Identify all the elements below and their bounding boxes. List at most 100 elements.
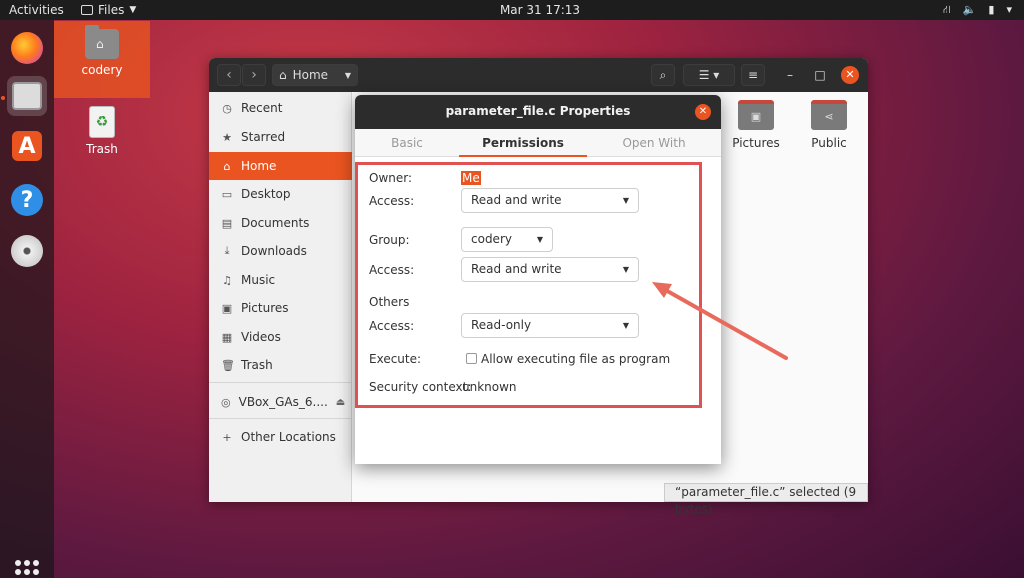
menu-button[interactable]: ≡: [741, 64, 765, 86]
places-sidebar: ◷ Recent ★ Starred ⌂ Home ▭ Desktop ▤ Documen…: [209, 92, 352, 502]
sidebar-item-label: Pictures: [241, 301, 289, 315]
video-icon: ▦: [221, 330, 233, 344]
top-bar: Activities Files ▼ Mar 31 17:13 ⛙ 🔈 ▮ ▾: [0, 0, 1024, 20]
sidebar-item-label: VBox_GAs_6....: [238, 395, 328, 409]
picture-icon: ▣: [221, 301, 233, 315]
close-icon: ✕: [845, 68, 855, 81]
files-icon: [12, 82, 42, 110]
sidebar-item-downloads[interactable]: ⤓ Downloads: [209, 237, 352, 265]
eject-icon[interactable]: ⏏: [336, 397, 345, 408]
sidebar-item-vbox[interactable]: ◎ VBox_GAs_6.... ⏏: [209, 388, 352, 416]
tab-open-with[interactable]: Open With: [587, 129, 721, 157]
download-icon: ⤓: [224, 244, 230, 257]
picture-folder-icon: ▣: [738, 100, 774, 130]
sidebar-item-desktop[interactable]: ▭ Desktop: [209, 180, 352, 208]
folder-public[interactable]: ⋖ Public: [799, 100, 859, 150]
clock[interactable]: Mar 31 17:13: [0, 3, 1024, 17]
volume-icon: 🔈: [962, 3, 977, 16]
chevron-left-icon: ‹: [226, 67, 232, 83]
view-options-button[interactable]: ☰ ▾: [683, 64, 735, 86]
sidebar-item-music[interactable]: ♫ Music: [209, 266, 352, 294]
dock-disc[interactable]: [7, 231, 47, 271]
share-folder-icon: ⋖: [811, 100, 847, 130]
maximize-button[interactable]: □: [811, 66, 829, 84]
firefox-icon: [11, 32, 43, 64]
plus-icon: +: [222, 430, 232, 444]
document-icon: ▤: [221, 216, 233, 230]
sidebar-item-label: Trash: [241, 358, 273, 372]
close-icon: ✕: [698, 106, 708, 117]
system-tray[interactable]: ⛙ 🔈 ▮ ▾: [943, 3, 1012, 18]
sidebar-item-documents[interactable]: ▤ Documents: [209, 209, 352, 237]
desktop-trash-label: Trash: [86, 142, 118, 156]
help-icon: ?: [11, 184, 43, 216]
running-indicator: [1, 96, 5, 100]
forward-button[interactable]: ›: [242, 64, 266, 86]
software-center-icon: A: [12, 131, 42, 161]
sidebar-divider: [209, 382, 352, 383]
dialog-close-button[interactable]: ✕: [695, 104, 711, 120]
sidebar-divider: [209, 418, 352, 419]
trash-icon: ♻: [89, 106, 115, 138]
sidebar-item-other-locations[interactable]: + Other Locations: [209, 423, 352, 451]
sidebar-item-label: Documents: [241, 216, 310, 230]
sidebar-item-recent[interactable]: ◷ Recent: [209, 94, 352, 122]
dialog-tabs: Basic Permissions Open With: [355, 129, 721, 157]
tab-permissions[interactable]: Permissions: [459, 129, 587, 157]
folder-label: Public: [811, 136, 847, 150]
dock-help[interactable]: ?: [7, 180, 47, 220]
chevron-right-icon: ›: [251, 67, 257, 83]
disc-icon: [11, 235, 43, 267]
sidebar-item-videos[interactable]: ▦ Videos: [209, 323, 352, 351]
sidebar-item-pictures[interactable]: ▣ Pictures: [209, 294, 352, 322]
home-folder-icon: ⌂: [85, 25, 119, 59]
chevron-down-icon: ▼: [344, 70, 351, 80]
chevron-down-icon: ▾: [1006, 3, 1012, 16]
list-view-icon: ☰ ▾: [698, 68, 720, 82]
sidebar-item-label: Other Locations: [241, 430, 336, 444]
path-label: Home: [292, 68, 329, 82]
dialog-title: parameter_file.c Properties: [445, 104, 631, 118]
status-bar: “parameter_file.c” selected (9 bytes): [664, 483, 868, 516]
sidebar-item-label: Starred: [241, 130, 286, 144]
home-icon: ⌂: [223, 159, 231, 173]
show-applications-icon[interactable]: [15, 560, 39, 578]
dock-software[interactable]: A: [7, 126, 47, 166]
annotation-arrow: [652, 282, 788, 360]
back-button[interactable]: ‹: [217, 64, 241, 86]
hamburger-icon: ≡: [747, 68, 759, 82]
sidebar-item-home[interactable]: ⌂ Home: [209, 152, 352, 180]
folder-label: Pictures: [732, 136, 780, 150]
dock-firefox[interactable]: [7, 28, 47, 68]
minimize-button[interactable]: –: [781, 66, 799, 84]
search-icon: ⌕: [659, 68, 667, 82]
sidebar-item-label: Downloads: [241, 244, 307, 258]
sidebar-item-label: Videos: [241, 330, 281, 344]
music-icon: ♫: [222, 273, 232, 287]
desktop-home-label: codery: [81, 63, 123, 77]
folder-pictures[interactable]: ▣ Pictures: [726, 100, 786, 150]
tab-basic[interactable]: Basic: [355, 129, 459, 157]
search-button[interactable]: ⌕: [651, 64, 675, 86]
clock-icon: ◷: [222, 101, 232, 115]
maximize-icon: □: [814, 68, 826, 82]
sidebar-item-label: Music: [241, 273, 276, 287]
home-icon: ⌂: [279, 68, 287, 82]
battery-icon: ▮: [988, 3, 995, 16]
files-header-bar: ‹ › ⌂ Home ▼ ⌕ ☰ ▾ ≡ – □ ✕: [209, 58, 868, 92]
dock: A ?: [0, 20, 54, 578]
disc-icon: ◎: [221, 395, 231, 409]
dialog-header: parameter_file.c Properties ✕: [355, 95, 721, 129]
network-icon: ⛙: [942, 3, 951, 16]
sidebar-item-starred[interactable]: ★ Starred: [209, 123, 352, 151]
dock-files[interactable]: [7, 76, 47, 116]
sidebar-item-label: Desktop: [241, 187, 291, 201]
minimize-icon: –: [787, 68, 793, 82]
desktop-icon: ▭: [221, 187, 233, 201]
path-bar-home[interactable]: ⌂ Home ▼: [272, 64, 358, 86]
sidebar-item-trash[interactable]: 🗑 Trash: [209, 351, 352, 379]
close-button[interactable]: ✕: [841, 66, 859, 84]
desktop-trash[interactable]: ♻ Trash: [54, 100, 150, 160]
desktop-home-folder[interactable]: ⌂ codery: [54, 21, 150, 98]
star-icon: ★: [222, 130, 232, 144]
